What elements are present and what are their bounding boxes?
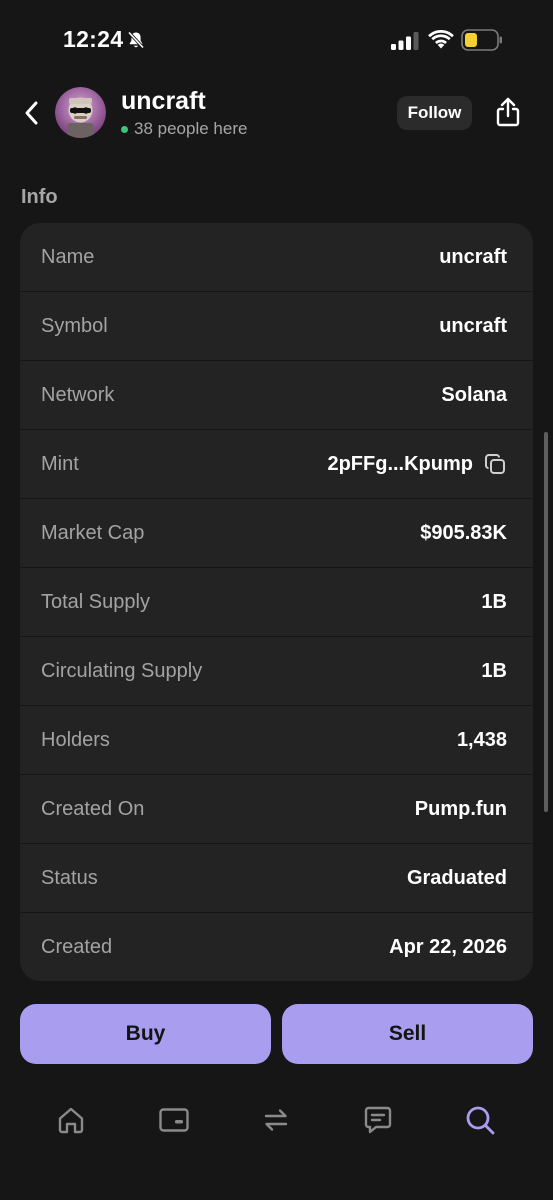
scrollbar[interactable]: [544, 432, 548, 812]
buy-button[interactable]: Buy: [20, 1004, 271, 1064]
info-value: 1B: [481, 590, 507, 613]
presence-indicator: 38 people here: [121, 119, 247, 139]
info-value: uncraft: [439, 314, 507, 337]
chat-icon: [364, 1106, 392, 1134]
info-label: Circulating Supply: [41, 659, 203, 682]
battery-low-icon: [461, 29, 502, 51]
nav-home[interactable]: [53, 1102, 89, 1138]
info-value: uncraft: [439, 245, 507, 268]
chevron-left-icon: [25, 101, 38, 125]
follow-button[interactable]: Follow: [397, 96, 472, 130]
info-label: Created: [41, 936, 113, 958]
status-value: Graduated: [406, 866, 507, 889]
info-row-created-on: Created On Pump.fun: [20, 775, 533, 844]
online-dot: [121, 125, 128, 133]
info-value: Pump.fun: [414, 797, 507, 820]
signal-icon: [391, 32, 419, 50]
info-row-holders: Holders 1,438: [20, 706, 533, 775]
copy-icon[interactable]: [483, 452, 507, 476]
search-icon: [466, 1106, 495, 1135]
info-label: Symbol: [41, 314, 108, 337]
nav-wallet[interactable]: [156, 1102, 192, 1138]
status-bar: 12:24: [0, 0, 553, 80]
nav-search[interactable]: [462, 1102, 498, 1138]
nav-chat[interactable]: [360, 1102, 396, 1138]
channel-header: uncraft 38 people here Follow: [0, 80, 553, 152]
presence-text: 38 people here: [134, 119, 248, 138]
info-value: 1B: [481, 659, 507, 682]
nav-swap[interactable]: [258, 1102, 294, 1138]
mint-value[interactable]: 2pFFg...Kpump: [327, 452, 507, 476]
share-button[interactable]: [493, 95, 523, 129]
sell-button[interactable]: Sell: [282, 1004, 533, 1064]
back-button[interactable]: [16, 96, 46, 130]
info-row-symbol: Symbol uncraft: [20, 292, 533, 361]
info-row-network: Network Solana: [20, 361, 533, 430]
info-label: Status: [41, 866, 98, 889]
info-heading: Info: [21, 186, 58, 208]
info-label: Network: [41, 383, 115, 406]
share-icon: [496, 97, 520, 127]
wifi-icon: [428, 30, 454, 49]
info-row-status: Status Graduated: [20, 844, 533, 913]
info-value: 1,438: [456, 728, 507, 751]
info-label: Total Supply: [41, 590, 150, 613]
info-value: Solana: [441, 383, 507, 406]
info-row-mint: Mint 2pFFg...Kpump: [20, 430, 533, 499]
swap-icon: [264, 1109, 288, 1131]
info-value: $905.83K: [420, 521, 507, 544]
info-label: Mint: [41, 452, 79, 475]
home-indicator: [176, 1183, 376, 1189]
info-label: Market Cap: [41, 521, 145, 544]
info-row-market-cap: Market Cap $905.83K: [20, 499, 533, 568]
info-row-circulating-supply: Circulating Supply 1B: [20, 637, 533, 706]
channel-title: uncraft: [121, 87, 206, 115]
status-time: 12:24: [63, 26, 124, 52]
wallet-icon: [159, 1108, 189, 1132]
home-icon: [58, 1107, 84, 1134]
info-label: Created On: [41, 797, 145, 820]
info-card: Name uncraft Symbol uncraft Network Sola…: [20, 223, 533, 981]
avatar[interactable]: [55, 87, 106, 138]
info-row-created: Created Apr 22, 2026: [20, 913, 533, 981]
bell-slash-icon: [127, 31, 145, 49]
info-label: Holders: [41, 728, 110, 751]
info-value: Apr 22, 2026: [389, 936, 507, 958]
avatar-image: [55, 87, 106, 138]
info-label: Name: [41, 245, 95, 268]
info-row-name: Name uncraft: [20, 223, 533, 292]
info-row-total-supply: Total Supply 1B: [20, 568, 533, 637]
bottom-nav: [0, 1088, 553, 1154]
mint-address: 2pFFg...Kpump: [327, 452, 473, 475]
